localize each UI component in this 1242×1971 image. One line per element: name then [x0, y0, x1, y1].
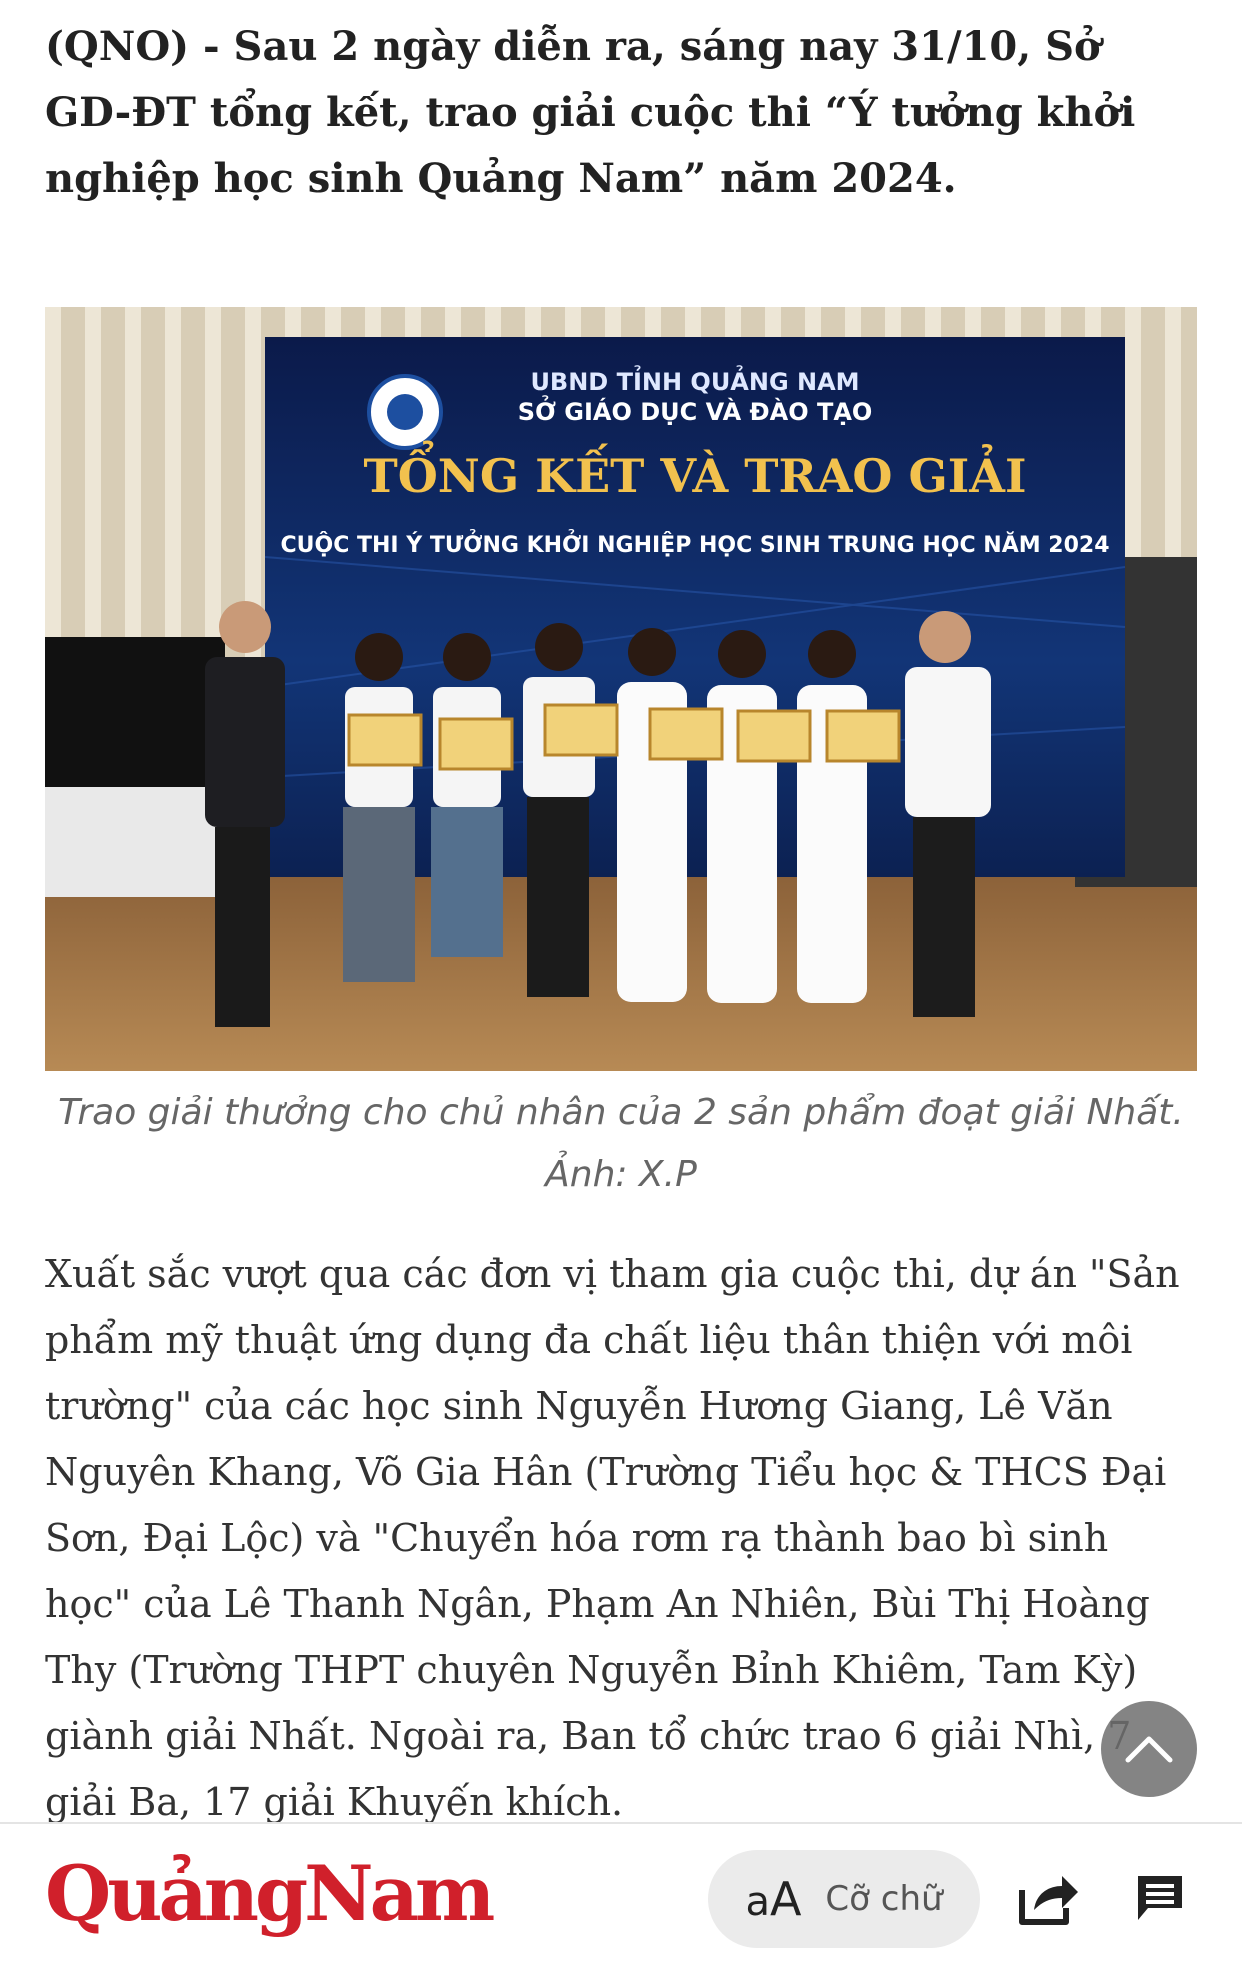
photo-banner-line2: SỞ GIÁO DỤC VÀ ĐÀO TẠO: [518, 393, 873, 426]
photo-banner-title: TỔNG KẾT VÀ TRAO GIẢI: [363, 439, 1026, 503]
site-logo[interactable]: QuảngNam: [45, 1844, 495, 1944]
font-size-label: Cỡ chữ: [825, 1879, 943, 1919]
bottom-toolbar: QuảngNam aA Cỡ chữ: [0, 1822, 1242, 1971]
share-icon[interactable]: [1016, 1868, 1080, 1932]
font-size-button[interactable]: aA Cỡ chữ: [708, 1850, 980, 1948]
photo-caption: Trao giải thưởng cho chủ nhân của 2 sản …: [45, 1082, 1197, 1206]
photo-credit: Ảnh: X.P: [545, 1154, 697, 1195]
photo-caption-text: Trao giải thưởng cho chủ nhân của 2 sản …: [58, 1092, 1184, 1133]
article-lead: (QNO) - Sau 2 ngày diễn ra, sáng nay 31/…: [45, 23, 1136, 202]
photo-banner-subtitle: CUỘC THI Ý TƯỞNG KHỞI NGHIỆP HỌC SINH TR…: [280, 530, 1109, 558]
article-paragraph: Xuất sắc vượt qua các đơn vị tham gia cu…: [45, 1252, 1180, 1824]
chevron-up-icon: [1125, 1736, 1173, 1763]
article-photo[interactable]: UBND TỈNH QUẢNG NAM SỞ GIÁO DỤC VÀ ĐÀO T…: [45, 307, 1197, 1071]
photo-banner-line1: UBND TỈNH QUẢNG NAM: [530, 363, 859, 396]
font-size-icon: aA: [745, 1872, 802, 1926]
comment-icon[interactable]: [1134, 1872, 1186, 1928]
scroll-to-top-button[interactable]: [1101, 1701, 1197, 1797]
